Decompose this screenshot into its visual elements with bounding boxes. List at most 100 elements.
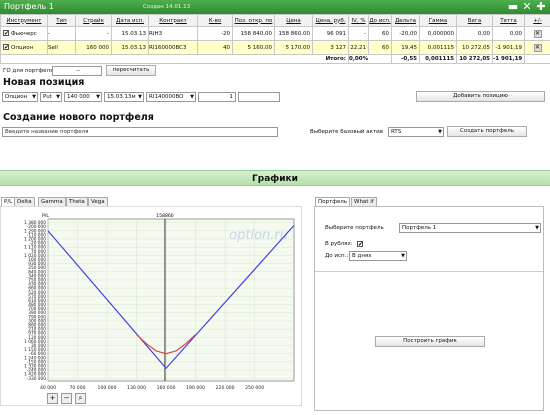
cell: RI160000BC3 <box>148 40 198 55</box>
totals-vega: 10 272,05 <box>456 54 493 64</box>
cell: -20 <box>197 26 233 41</box>
quantity-input[interactable]: 1 <box>198 92 236 102</box>
delete-row-icon[interactable]: ✕ <box>533 29 542 38</box>
price-input[interactable] <box>238 92 280 102</box>
table-row: ✔ Фьючерс - - 15.03.13 RIH3 -20 158 840,0… <box>0 26 550 41</box>
create-portfolio-button[interactable]: Создать портфель <box>447 126 527 137</box>
col-header[interactable]: IV, % <box>348 14 369 27</box>
y-tick-label: -200 000 <box>27 224 47 230</box>
recalculate-button[interactable]: пересчитать <box>106 65 156 76</box>
col-header[interactable]: Цена, руб. <box>312 14 349 27</box>
cell: - <box>348 26 369 41</box>
table-header: Инструмент Тип Страйк Дата исп. Контракт… <box>0 14 550 27</box>
totals-gamma: 0,001115 <box>419 54 457 64</box>
totals-row: Итого: 0,00% -0,55 0,001115 10 272,05 -1… <box>0 54 550 64</box>
cell: Sell <box>47 40 76 55</box>
cell: 0,000000 <box>419 26 457 41</box>
cell: 10 272,05 <box>456 40 493 55</box>
type-select[interactable]: Опцион <box>2 92 38 102</box>
cell: 3 127 <box>312 40 349 55</box>
totals-theta: -1 901,19 <box>492 54 525 64</box>
row-checkbox[interactable]: ✔ <box>3 44 9 51</box>
col-header[interactable]: Дельта <box>391 14 420 27</box>
col-header[interactable]: Дата исп. <box>111 14 149 27</box>
until-select[interactable]: В днях <box>349 251 407 261</box>
x-tick-label: 40 000 <box>40 385 56 391</box>
cell: 15.03.13 <box>111 40 149 55</box>
y-tick-label: 700 000 <box>28 306 46 312</box>
cell: 96 091 <box>312 26 349 41</box>
col-header[interactable]: Гамма <box>419 14 457 27</box>
cell: 5 160,00 <box>232 40 275 55</box>
delete-row-icon[interactable]: ✕ <box>533 43 542 52</box>
totals-pct: 0,00% <box>348 54 392 64</box>
positions-table: Инструмент Тип Страйк Дата исп. Контракт… <box>0 14 550 64</box>
row-checkbox[interactable]: ✔ <box>3 30 9 37</box>
cell: RIH3 <box>148 26 198 41</box>
y-tick-label: 970 000 <box>28 331 46 337</box>
col-header[interactable]: Поз. откр. по <box>232 14 275 27</box>
y-tick-label: 610 000 <box>28 298 46 304</box>
rub-checkbox[interactable]: ✔ <box>357 241 363 248</box>
cell: 19,45 <box>391 40 420 55</box>
cell: Опцион <box>11 45 34 51</box>
col-header[interactable]: Тип <box>47 14 76 27</box>
x-tick-label: 130 000 <box>127 385 146 391</box>
charts-section-bar: Графики <box>0 170 550 186</box>
strike-select[interactable]: 140 000 <box>64 92 102 102</box>
cell: 60 <box>368 26 392 41</box>
y-tick-label: 1 060 000 <box>24 339 46 345</box>
y-tick-label: 1 420 000 <box>24 372 46 378</box>
contract-select[interactable]: RI140000BO <box>146 92 196 102</box>
col-header[interactable]: Контракт <box>148 14 198 27</box>
y-tick-label: 520 000 <box>28 290 46 296</box>
cell: 15.03.13 <box>111 26 149 41</box>
close-button[interactable]: ✕ <box>521 1 533 13</box>
zoom-out-icon[interactable]: − <box>61 393 72 404</box>
portfolio-select[interactable]: Портфель 1 <box>399 223 541 233</box>
col-header[interactable]: Инструмент <box>0 14 48 27</box>
go-label: ГО для портфеля: <box>3 68 56 74</box>
y-tick-label: -20 000 <box>29 241 46 247</box>
new-portfolio-heading: Создание нового портфеля <box>3 112 154 123</box>
x-tick-label: 160 000 <box>157 385 176 391</box>
col-header[interactable]: Цена <box>274 14 313 27</box>
y-tick-label: 250 000 <box>28 265 46 271</box>
current-price-label: 158860 <box>156 213 174 219</box>
minimize-button[interactable]: ▬ <box>507 1 519 13</box>
zoom-reset-icon[interactable]: ⌕ <box>75 393 86 404</box>
watermark: option.ru <box>229 228 288 243</box>
build-chart-button[interactable]: Построить график <box>375 336 485 347</box>
kind-select[interactable]: Put <box>40 92 62 102</box>
col-header[interactable]: К-во <box>197 14 233 27</box>
cell: - <box>75 26 112 41</box>
base-asset-select[interactable]: RTS <box>388 127 444 137</box>
cell: 40 <box>197 40 233 55</box>
y-tick-label: 430 000 <box>28 282 46 288</box>
portfolio-name-input[interactable]: Введите название портфеля <box>2 127 278 137</box>
cell: 158 860,00 <box>274 26 313 41</box>
col-header[interactable]: Тетта <box>492 14 525 27</box>
date-select[interactable]: 15.03.13м <box>104 92 144 102</box>
x-tick-label: 220 000 <box>216 385 235 391</box>
app-window: Портфель 1 Создан 14.01.13 ▬ ✕ ✚ Инструм… <box>0 0 550 415</box>
y-tick-label: 1 150 000 <box>24 347 46 353</box>
until-label: До исп.: <box>325 253 349 259</box>
rub-label: В рублях: <box>325 241 353 247</box>
cell: 22,21 <box>348 40 369 55</box>
zoom-in-icon[interactable]: + <box>47 393 58 404</box>
col-header[interactable]: До исп. <box>368 14 392 27</box>
col-header[interactable]: Страйк <box>75 14 112 27</box>
col-header[interactable]: +/- <box>524 14 550 27</box>
col-header[interactable]: Вега <box>456 14 493 27</box>
totals-delta: -0,55 <box>391 54 420 64</box>
cell: 60 <box>368 40 392 55</box>
add-position-button[interactable]: Добавить позицию <box>416 91 545 102</box>
cell: - <box>47 26 76 41</box>
cell: 0,00 <box>456 26 493 41</box>
add-window-button[interactable]: ✚ <box>535 1 547 13</box>
cell: 158 840,00 <box>232 26 275 41</box>
portfolio-label: Выберите портфель <box>325 225 384 231</box>
window-subtitle: Создан 14.01.13 <box>143 4 191 10</box>
cell: 160 000 <box>75 40 112 55</box>
